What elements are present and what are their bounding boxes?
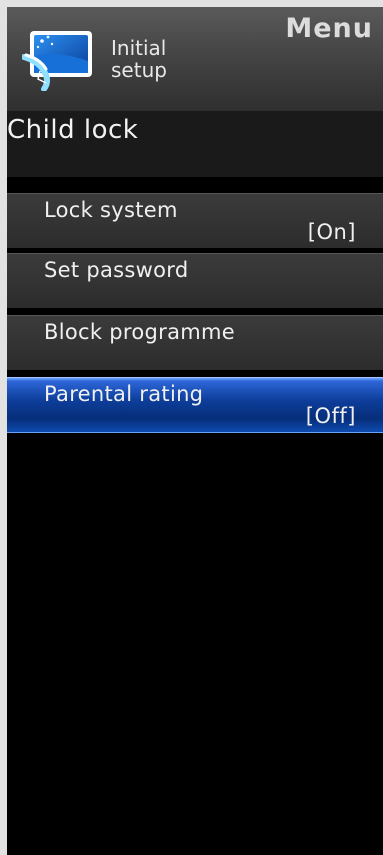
- menu-item-label: Lock system: [44, 198, 178, 222]
- menu-item-parental-rating[interactable]: Parental rating [Off]: [7, 377, 383, 433]
- menu-item-value: [Off]: [305, 404, 356, 428]
- menu-item-label: Set password: [44, 258, 189, 282]
- initial-setup-icon: [21, 27, 98, 92]
- menu-item-block-programme[interactable]: Block programme: [7, 315, 383, 370]
- menu-header: Initial setup Menu: [7, 7, 383, 111]
- submenu-title: Child lock: [7, 115, 139, 145]
- menu-item-set-password[interactable]: Set password: [7, 253, 383, 308]
- menu-item-label: Parental rating: [44, 382, 204, 406]
- menu-item-value: [On]: [307, 220, 356, 244]
- section-name-line2: setup: [111, 58, 167, 82]
- section-name: Initial setup: [111, 37, 167, 81]
- menu-label: Menu: [285, 13, 373, 44]
- menu-item-label: Block programme: [44, 320, 235, 344]
- menu-item-lock-system[interactable]: Lock system [On]: [7, 193, 383, 248]
- section-name-line1: Initial: [111, 36, 167, 60]
- tv-menu-screen: Initial setup Menu Child lock Lock syste…: [7, 7, 383, 855]
